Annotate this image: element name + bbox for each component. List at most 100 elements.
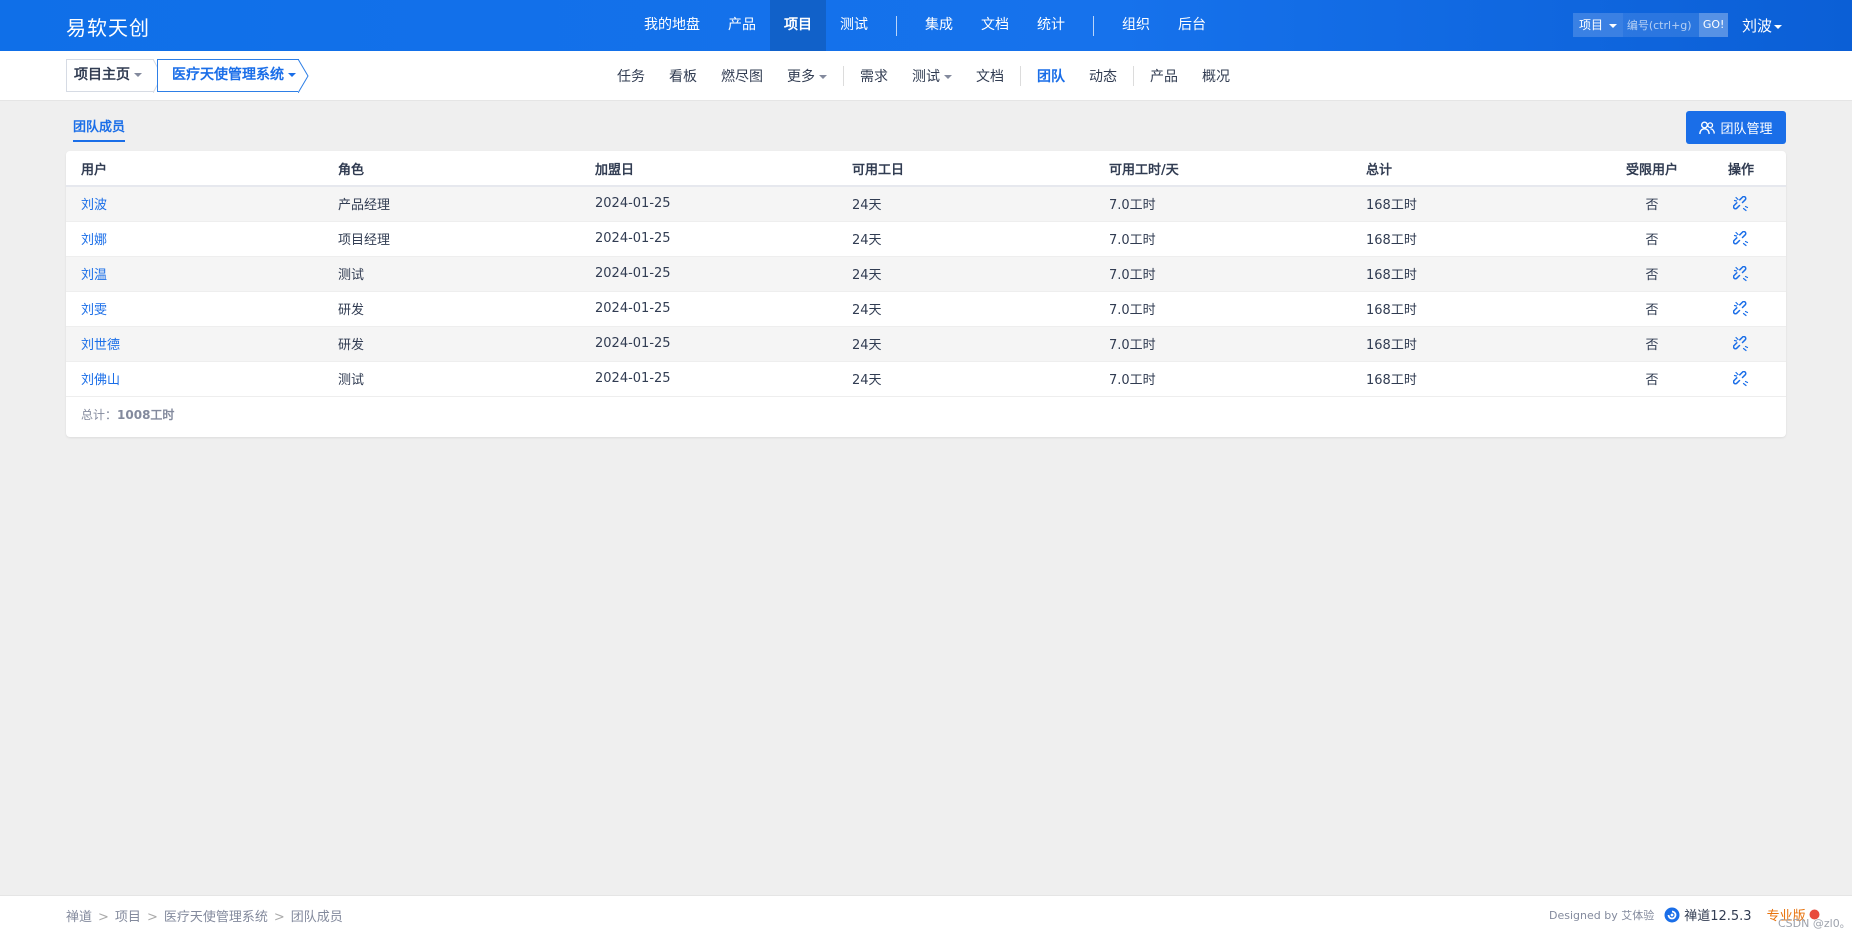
brand-logo[interactable]: 易软天创: [66, 12, 150, 41]
subnav-view[interactable]: 概况: [1190, 66, 1242, 86]
col-total[interactable]: 总计: [1351, 151, 1608, 187]
total-hours-cell: 168工时: [1351, 361, 1608, 397]
user-cell[interactable]: 刘娜: [66, 221, 323, 257]
subnav-story[interactable]: 需求: [848, 66, 900, 86]
chevron-down-icon: [1774, 24, 1783, 29]
join-date-cell: 2024-01-25: [580, 221, 837, 257]
nav-ci[interactable]: 集成: [911, 0, 967, 51]
subnav-product[interactable]: 产品: [1138, 66, 1190, 86]
work-days-cell: 24天: [837, 361, 1094, 397]
chevron-down-icon: [819, 75, 827, 79]
join-date-cell: 2024-01-25: [580, 291, 837, 327]
subnav-task[interactable]: 任务: [605, 66, 657, 86]
tab-team-members[interactable]: 团队成员: [73, 116, 126, 142]
col-join[interactable]: 加盟日: [580, 151, 837, 187]
search-go-button[interactable]: GO!: [1698, 13, 1729, 37]
user-cell[interactable]: 刘波: [66, 186, 323, 222]
col-user[interactable]: 用户: [66, 151, 323, 187]
table-row: 刘雯 研发 2024-01-25 24天 7.0工时 168工时否: [66, 291, 1786, 327]
work-days-cell: 24天: [837, 256, 1094, 292]
subnav-burn[interactable]: 燃尽图: [709, 66, 775, 86]
col-limited: 受限用户: [1608, 151, 1696, 187]
limited-user-cell: 否: [1608, 361, 1696, 397]
subnav-doc[interactable]: 文档: [964, 66, 1016, 86]
work-days-cell: 24天: [837, 221, 1094, 257]
users-icon: [1699, 121, 1716, 134]
table-row: 刘波 产品经理 2024-01-25 24天 7.0工时 168工时否: [66, 186, 1786, 222]
hours-per-day-cell: 7.0工时: [1094, 361, 1351, 397]
top-header: 易软天创 我的地盘 产品 项目 测试 集成 文档 统计 组织 后台 项目 GO!…: [0, 0, 1852, 51]
chevron-down-icon: [944, 75, 952, 79]
footer-crumb-zentao[interactable]: 禅道: [66, 910, 92, 925]
summary-label: 总计：: [81, 408, 118, 422]
unlink-icon[interactable]: [1732, 230, 1749, 247]
crumb-home-label: 项目主页: [74, 67, 130, 83]
nav-product[interactable]: 产品: [714, 0, 770, 51]
role-cell: 产品经理: [323, 186, 580, 222]
manage-team-label: 团队管理: [1720, 122, 1773, 137]
nav-doc[interactable]: 文档: [967, 0, 1023, 51]
nav-report[interactable]: 统计: [1023, 0, 1079, 51]
nav-my[interactable]: 我的地盘: [630, 0, 714, 51]
role-cell: 研发: [323, 291, 580, 327]
col-action: 操作: [1696, 151, 1786, 187]
unlink-icon[interactable]: [1732, 335, 1749, 352]
manage-team-button[interactable]: 团队管理: [1686, 111, 1786, 144]
subnav-qa-label: 测试: [912, 69, 940, 85]
col-role[interactable]: 角色: [323, 151, 580, 187]
footer-crumb-project[interactable]: 项目: [115, 910, 141, 925]
user-menu[interactable]: 刘波: [1742, 15, 1783, 36]
subnav-more[interactable]: 更多: [775, 66, 839, 86]
nav-qa[interactable]: 测试: [826, 0, 882, 51]
col-days[interactable]: 可用工日: [837, 151, 1094, 187]
subnav-more-label: 更多: [787, 69, 815, 85]
team-table: 用户 角色 加盟日 可用工日 可用工时/天 总计 受限用户 操作 刘波 产品经理 2…: [66, 151, 1786, 397]
nav-admin[interactable]: 后台: [1164, 0, 1220, 51]
summary-value: 1008工时: [117, 408, 175, 422]
crumb-project-select[interactable]: 医疗天使管理系统: [157, 59, 299, 92]
footer: 禅道 > 项目 > 医疗天使管理系统 > 团队成员 Designed by 艾体验 禅道12…: [0, 895, 1852, 932]
row-actions: [1696, 291, 1786, 327]
breadcrumb-separator: >: [146, 910, 158, 925]
designed-by-text[interactable]: Designed by 艾体验: [1549, 907, 1654, 923]
hours-per-day-cell: 7.0工时: [1094, 291, 1351, 327]
unlink-icon[interactable]: [1732, 300, 1749, 317]
nav-project[interactable]: 项目: [770, 0, 826, 51]
hours-per-day-cell: 7.0工时: [1094, 186, 1351, 222]
user-cell[interactable]: 刘世德: [66, 326, 323, 362]
crumb-project-label: 医疗天使管理系统: [172, 67, 284, 83]
user-name: 刘波: [1742, 17, 1773, 35]
row-actions: [1696, 361, 1786, 397]
unlink-icon[interactable]: [1732, 195, 1749, 212]
chevron-down-icon: [134, 73, 142, 77]
hours-per-day-cell: 7.0工时: [1094, 221, 1351, 257]
subnav-team[interactable]: 团队: [1025, 66, 1077, 86]
search-type-select[interactable]: 项目: [1573, 13, 1623, 37]
subnav-qa[interactable]: 测试: [900, 66, 964, 86]
col-hours[interactable]: 可用工时/天: [1094, 151, 1351, 187]
search-input[interactable]: [1622, 13, 1699, 37]
user-cell[interactable]: 刘雯: [66, 291, 323, 327]
user-cell[interactable]: 刘佛山: [66, 361, 323, 397]
nav-company[interactable]: 组织: [1108, 0, 1164, 51]
sub-header: 项目主页 医疗天使管理系统 任务 看板 燃尽图 更多 需求 测试 文档 团队 动…: [0, 51, 1852, 101]
zentao-version-label: 禅道12.5.3: [1684, 909, 1752, 924]
subnav-kanban[interactable]: 看板: [657, 66, 709, 86]
total-hours-cell: 168工时: [1351, 326, 1608, 362]
user-cell[interactable]: 刘温: [66, 256, 323, 292]
footer-crumb-project-name[interactable]: 医疗天使管理系统: [164, 910, 268, 925]
subnav-dynamic[interactable]: 动态: [1077, 66, 1129, 86]
crumb-project-home[interactable]: 项目主页: [66, 59, 154, 92]
subnav-divider: [843, 66, 844, 86]
work-days-cell: 24天: [837, 186, 1094, 222]
row-actions: [1696, 186, 1786, 222]
table-row: 刘温 测试 2024-01-25 24天 7.0工时 168工时否: [66, 256, 1786, 292]
unlink-icon[interactable]: [1732, 370, 1749, 387]
row-actions: [1696, 326, 1786, 362]
unlink-icon[interactable]: [1732, 265, 1749, 282]
breadcrumb-arrow: [298, 59, 309, 93]
hours-per-day-cell: 7.0工时: [1094, 326, 1351, 362]
work-days-cell: 24天: [837, 326, 1094, 362]
table-row: 刘娜 项目经理 2024-01-25 24天 7.0工时 168工时否: [66, 221, 1786, 257]
zentao-version[interactable]: 禅道12.5.3: [1664, 905, 1752, 924]
